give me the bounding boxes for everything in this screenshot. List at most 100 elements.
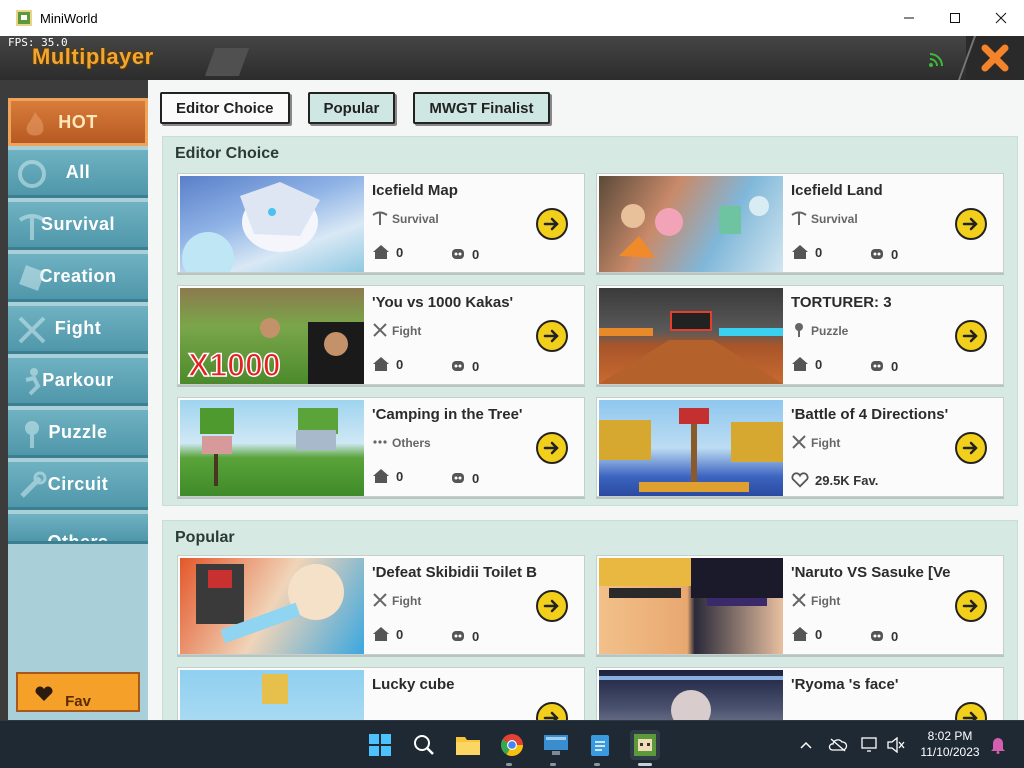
sidebar-item-survival[interactable]: Survival <box>8 202 148 250</box>
arrow-right-icon <box>543 217 559 231</box>
tab-popular[interactable]: Popular <box>307 92 396 124</box>
running-indicator <box>506 763 512 766</box>
tab-editor-choice[interactable]: Editor Choice <box>160 92 290 124</box>
enter-map-button[interactable] <box>536 702 568 720</box>
sidebar-item-puzzle[interactable]: Puzzle <box>8 410 148 458</box>
home-count: 0 <box>791 356 822 372</box>
player-icon <box>871 249 883 259</box>
thumbnail-caption: X1000 <box>188 347 281 383</box>
file-explorer-button[interactable] <box>454 731 482 759</box>
minimize-button[interactable] <box>886 0 932 36</box>
player-count: 0 <box>450 358 479 374</box>
enter-map-button[interactable] <box>955 208 987 240</box>
map-category: Fight <box>392 594 422 608</box>
map-card[interactable]: 'Defeat Skibidii Toilet B Fight 0 0 <box>177 555 585 655</box>
enter-map-button[interactable] <box>955 432 987 464</box>
bell-icon <box>991 738 1005 754</box>
section-editor-choice: Editor Choice Icefield Map Survival 0 0 <box>162 136 1018 506</box>
map-title: 'Naruto VS Sasuke [Ve <box>791 564 951 581</box>
sidebar-item-hot[interactable]: HOT <box>8 98 148 146</box>
map-card[interactable]: Icefield Land Survival 0 0 <box>596 173 1004 273</box>
sidebar-item-all[interactable]: All <box>8 150 148 198</box>
runner-icon <box>25 368 41 396</box>
notifications-button[interactable] <box>988 735 1008 755</box>
enter-map-button[interactable] <box>536 432 568 464</box>
map-title: 'You vs 1000 Kakas' <box>372 294 514 311</box>
player-icon <box>452 631 464 641</box>
home-icon <box>373 245 389 259</box>
maximize-icon <box>950 13 960 23</box>
map-card[interactable]: X1000 'You vs 1000 Kakas' Fight 0 0 <box>177 285 585 385</box>
home-icon <box>792 627 808 641</box>
maximize-button[interactable] <box>932 0 978 36</box>
player-count: 0 <box>869 246 898 262</box>
cloud-status-button[interactable] <box>828 735 848 755</box>
close-multiplayer-button[interactable] <box>966 36 1024 80</box>
player-count: 0 <box>450 470 479 486</box>
search-icon <box>414 735 434 755</box>
map-card[interactable]: Icefield Map Survival 0 0 <box>177 173 585 273</box>
window-title: MiniWorld <box>40 10 98 26</box>
sidebar-item-fight[interactable]: Fight <box>8 306 148 354</box>
network-icon <box>861 737 877 752</box>
map-card[interactable]: 'Ryoma 's face' <box>596 667 1004 720</box>
remote-desktop-button[interactable] <box>542 731 570 759</box>
network-button[interactable] <box>860 735 880 755</box>
notepad-button[interactable] <box>586 731 614 759</box>
player-icon <box>871 361 883 371</box>
window-controls <box>886 0 1024 36</box>
sidebar-item-label: Fight <box>54 318 102 338</box>
favorites-button[interactable]: Fav <box>16 672 140 712</box>
sidebar-item-others[interactable]: Others <box>8 514 148 544</box>
sidebar-item-creation[interactable]: Creation <box>8 254 148 302</box>
map-category: Others <box>392 436 431 450</box>
tab-mwgt-finalist[interactable]: MWGT Finalist <box>413 92 550 124</box>
sidebar-item-parkour[interactable]: Parkour <box>8 358 148 406</box>
crossed-swords-icon <box>792 435 806 449</box>
window-titlebar: MiniWorld <box>0 0 1024 36</box>
sidebar-item-label: Parkour <box>42 370 114 390</box>
home-icon <box>373 627 389 641</box>
enter-map-button[interactable] <box>536 320 568 352</box>
volume-button[interactable] <box>886 735 906 755</box>
dots-icon <box>373 440 387 444</box>
taskbar-clock[interactable]: 8:02 PM 11/10/2023 <box>912 728 988 760</box>
map-card[interactable]: 'Battle of 4 Directions' Fight 29.5K Fav… <box>596 397 1004 497</box>
enter-map-button[interactable] <box>955 320 987 352</box>
miniworld-taskbar-button[interactable] <box>630 730 660 760</box>
close-window-button[interactable] <box>978 0 1024 36</box>
map-title: 'Defeat Skibidii Toilet B <box>372 564 537 581</box>
map-title: 'Camping in the Tree' <box>372 406 523 423</box>
arrow-right-icon <box>962 329 978 343</box>
map-title: Icefield Map <box>372 182 458 199</box>
map-thumbnail: X1000 <box>180 288 364 384</box>
map-thumbnail <box>180 176 364 272</box>
enter-map-button[interactable] <box>955 702 987 720</box>
player-icon <box>452 473 464 483</box>
enter-map-button[interactable] <box>536 590 568 622</box>
map-thumbnail <box>180 400 364 496</box>
section-title: Editor Choice <box>175 145 280 162</box>
search-button[interactable] <box>410 731 438 759</box>
close-icon <box>981 44 1009 72</box>
map-thumbnail <box>180 558 364 654</box>
map-card[interactable]: Lucky cube <box>177 667 585 720</box>
map-card[interactable]: 'Naruto VS Sasuke [Ve Fight 0 0 <box>596 555 1004 655</box>
map-card[interactable]: TORTURER: 3 Puzzle 0 0 <box>596 285 1004 385</box>
player-count: 0 <box>450 246 479 262</box>
map-card[interactable]: 'Camping in the Tree' Others 0 0 <box>177 397 585 497</box>
chrome-button[interactable] <box>498 731 526 759</box>
arrow-right-icon <box>543 441 559 455</box>
running-indicator <box>550 763 556 766</box>
key-icon <box>795 323 803 337</box>
home-count: 0 <box>791 626 822 642</box>
minimize-icon <box>904 17 914 19</box>
enter-map-button[interactable] <box>955 590 987 622</box>
start-button[interactable] <box>366 731 394 759</box>
show-hidden-icons-button[interactable] <box>796 735 816 755</box>
arrow-right-icon <box>962 441 978 455</box>
enter-map-button[interactable] <box>536 208 568 240</box>
sidebar-item-circuit[interactable]: Circuit <box>8 462 148 510</box>
map-thumbnail <box>599 400 783 496</box>
wrench-icon <box>20 471 47 498</box>
